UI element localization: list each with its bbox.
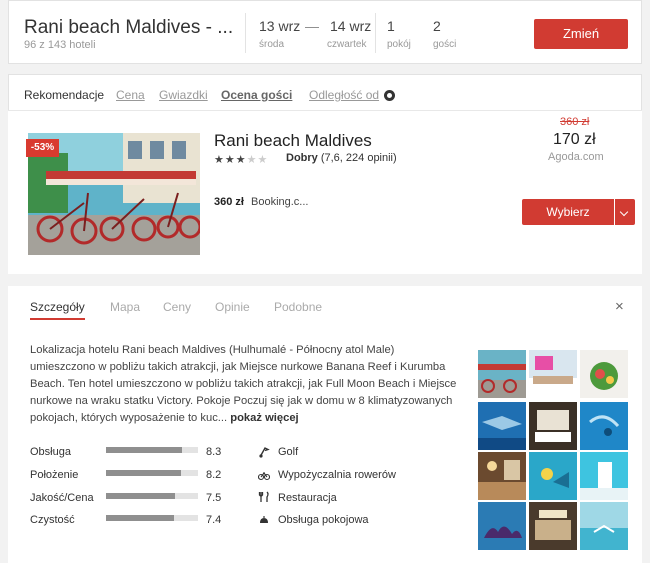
score-bar-fill <box>106 470 182 476</box>
rooms-label: pokój <box>387 39 411 50</box>
restaurant-icon <box>258 491 269 502</box>
tab-details[interactable]: Szczegóły <box>30 300 85 314</box>
score-label: Położenie <box>30 469 79 481</box>
gallery-thumb[interactable] <box>478 402 526 450</box>
gallery-thumb[interactable] <box>529 502 577 550</box>
star-icon: ★ <box>235 154 247 166</box>
gallery-thumb-image <box>529 502 577 550</box>
guest-rating: Dobry (7,6, 224 opinii) <box>286 152 397 164</box>
amenity-label: Golf <box>278 446 299 458</box>
change-button[interactable]: Zmień <box>534 19 628 49</box>
score-value: 7.4 <box>206 514 222 526</box>
old-price: 360 zł <box>560 116 590 128</box>
gallery-thumb-image <box>529 452 577 500</box>
show-more-link[interactable]: pokaż więcej <box>230 412 298 424</box>
amenity-label: Obsługa pokojowa <box>278 514 369 526</box>
score-bar <box>106 493 198 499</box>
score-label: Jakość/Cena <box>30 492 94 504</box>
score-value: 7.5 <box>206 492 222 504</box>
score-bar-fill <box>106 447 183 453</box>
star-icon: ★ <box>214 154 225 166</box>
hotel-card: -53% Rani beach Maldives ★★★★★ Dobry (7,… <box>8 110 642 274</box>
score-bar-fill <box>106 493 175 499</box>
amenity-label: Restauracja <box>278 492 337 504</box>
gallery-thumb-image <box>478 402 526 450</box>
divider <box>245 13 246 53</box>
hotel-description: Lokalizacja hotelu Rani beach Maldives (… <box>30 342 460 427</box>
gallery-thumb[interactable] <box>478 502 526 550</box>
gallery-thumb-image <box>478 502 526 550</box>
star-icon: ★ <box>246 154 258 166</box>
gallery-thumb-image <box>529 402 577 450</box>
tab-similar[interactable]: Podobne <box>274 300 322 314</box>
sort-distance[interactable]: Odległość od <box>309 88 379 102</box>
checkout-day: czwartek <box>327 39 367 50</box>
checkin-day: środa <box>259 39 285 50</box>
room-service-icon <box>259 516 269 523</box>
gallery-thumb[interactable] <box>478 452 526 500</box>
gallery-thumb[interactable] <box>580 452 628 500</box>
score-bar <box>106 470 198 476</box>
gallery-thumb[interactable] <box>529 452 577 500</box>
alt-price[interactable]: 360 zł <box>214 196 244 208</box>
sort-rating[interactable]: Ocena gości <box>221 88 292 102</box>
choose-button[interactable]: Wybierz <box>522 199 614 225</box>
checkout-date[interactable]: 14 wrz <box>330 18 371 34</box>
sort-price[interactable]: Cena <box>116 88 145 102</box>
checkin-date[interactable]: 13 wrz <box>259 18 300 34</box>
gallery-thumb-image <box>478 350 526 398</box>
gallery-thumb-image <box>580 452 628 500</box>
star-icon: ★ <box>257 154 269 166</box>
rating-word: Dobry <box>286 152 318 164</box>
score-value: 8.2 <box>206 469 222 481</box>
rooms-value[interactable]: 1 <box>387 18 395 34</box>
hotel-name[interactable]: Rani beach Maldives <box>214 131 372 151</box>
score-value: 8.3 <box>206 446 222 458</box>
deal-provider: Agoda.com <box>548 151 604 163</box>
details-panel: Szczegóły Mapa Ceny Opinie Podobne × Lok… <box>8 274 642 563</box>
star-icon: ★ <box>224 154 236 166</box>
gallery-thumb[interactable] <box>580 402 628 450</box>
gallery-thumb-image <box>580 402 628 450</box>
search-summary-bar: Rani beach Maldives - ... 96 z 143 hotel… <box>8 0 642 64</box>
gallery-thumb[interactable] <box>580 502 628 550</box>
tab-map[interactable]: Mapa <box>110 300 140 314</box>
tab-prices[interactable]: Ceny <box>163 300 191 314</box>
gallery-thumb[interactable] <box>580 350 628 398</box>
discount-badge: -53% <box>26 139 59 157</box>
score-bar-fill <box>106 515 175 521</box>
gallery-thumb-image <box>580 350 628 398</box>
hotel-count: 96 z 143 hoteli <box>24 39 96 51</box>
sort-stars[interactable]: Gwiazdki <box>159 88 208 102</box>
distance-target-icon[interactable] <box>384 90 395 101</box>
score-label: Czystość <box>30 514 75 526</box>
gallery-thumb[interactable] <box>529 350 577 398</box>
star-rating: ★★★★★ <box>214 153 268 166</box>
bicycle-icon <box>258 472 270 481</box>
chevron-down-icon[interactable] <box>615 199 635 225</box>
score-bar <box>106 447 198 453</box>
gallery-thumb[interactable] <box>529 402 577 450</box>
tab-reviews[interactable]: Opinie <box>215 300 250 314</box>
divider <box>375 13 376 53</box>
guests-label: gości <box>433 39 457 50</box>
gallery-thumb-image <box>478 452 526 500</box>
sort-recommended[interactable]: Rekomendacje <box>24 88 104 102</box>
score-label: Obsługa <box>30 446 71 458</box>
alt-provider[interactable]: Booking.c... <box>251 196 308 208</box>
rating-detail: (7,6, 224 opinii) <box>320 152 397 164</box>
gallery-thumb-image <box>580 502 628 550</box>
close-icon[interactable]: × <box>615 298 624 315</box>
date-dash: — <box>305 18 319 34</box>
amenity-label: Wypożyczalnia rowerów <box>278 469 396 481</box>
gallery-thumb[interactable] <box>478 350 526 398</box>
deal-price: 170 zł <box>553 131 596 148</box>
gallery-thumb-image <box>529 350 577 398</box>
guests-value[interactable]: 2 <box>433 18 441 34</box>
golf-icon <box>259 447 270 458</box>
score-bar <box>106 515 198 521</box>
active-tab-indicator <box>30 318 85 320</box>
search-title[interactable]: Rani beach Maldives - ... <box>24 17 233 39</box>
